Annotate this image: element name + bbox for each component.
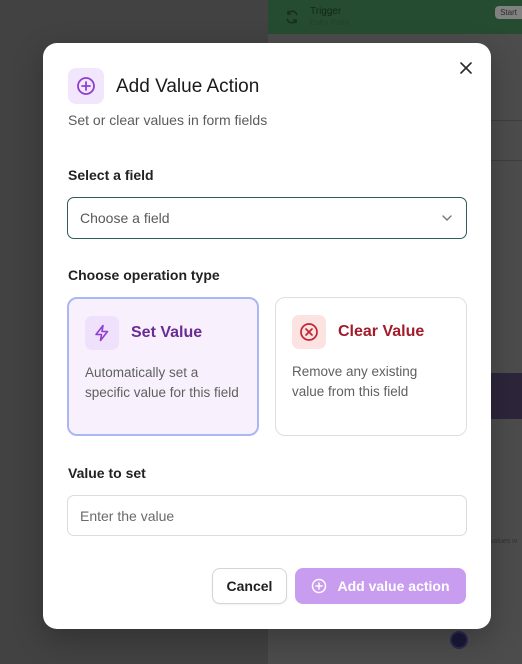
value-input[interactable] xyxy=(67,495,467,536)
value-label: Value to set xyxy=(68,465,146,481)
field-label: Select a field xyxy=(68,167,154,183)
clear-value-title: Clear Value xyxy=(338,323,425,340)
set-value-title: Set Value xyxy=(131,324,203,341)
lightning-icon xyxy=(85,316,119,350)
chevron-down-icon xyxy=(440,211,454,225)
field-select-placeholder: Choose a field xyxy=(80,210,170,226)
close-icon[interactable] xyxy=(457,59,475,77)
operation-label: Choose operation type xyxy=(68,267,220,283)
add-value-action-dialog: Add Value Action Set or clear values in … xyxy=(43,43,491,629)
dialog-subtitle: Set or clear values in form fields xyxy=(68,112,268,128)
dialog-title: Add Value Action xyxy=(116,76,260,97)
plus-circle-icon xyxy=(68,68,104,104)
clear-value-description: Remove any existing value from this fiel… xyxy=(292,364,418,399)
x-circle-icon xyxy=(292,315,326,349)
add-value-action-button[interactable]: Add value action xyxy=(295,568,466,604)
field-select[interactable]: Choose a field xyxy=(67,197,467,239)
set-value-option[interactable]: Set Value Automatically set a specific v… xyxy=(67,297,259,436)
add-value-action-label: Add value action xyxy=(337,578,450,594)
set-value-description: Automatically set a specific value for t… xyxy=(85,365,239,400)
clear-value-option[interactable]: Clear Value Remove any existing value fr… xyxy=(275,297,467,436)
plus-circle-icon xyxy=(311,578,327,594)
cancel-button[interactable]: Cancel xyxy=(212,568,287,604)
